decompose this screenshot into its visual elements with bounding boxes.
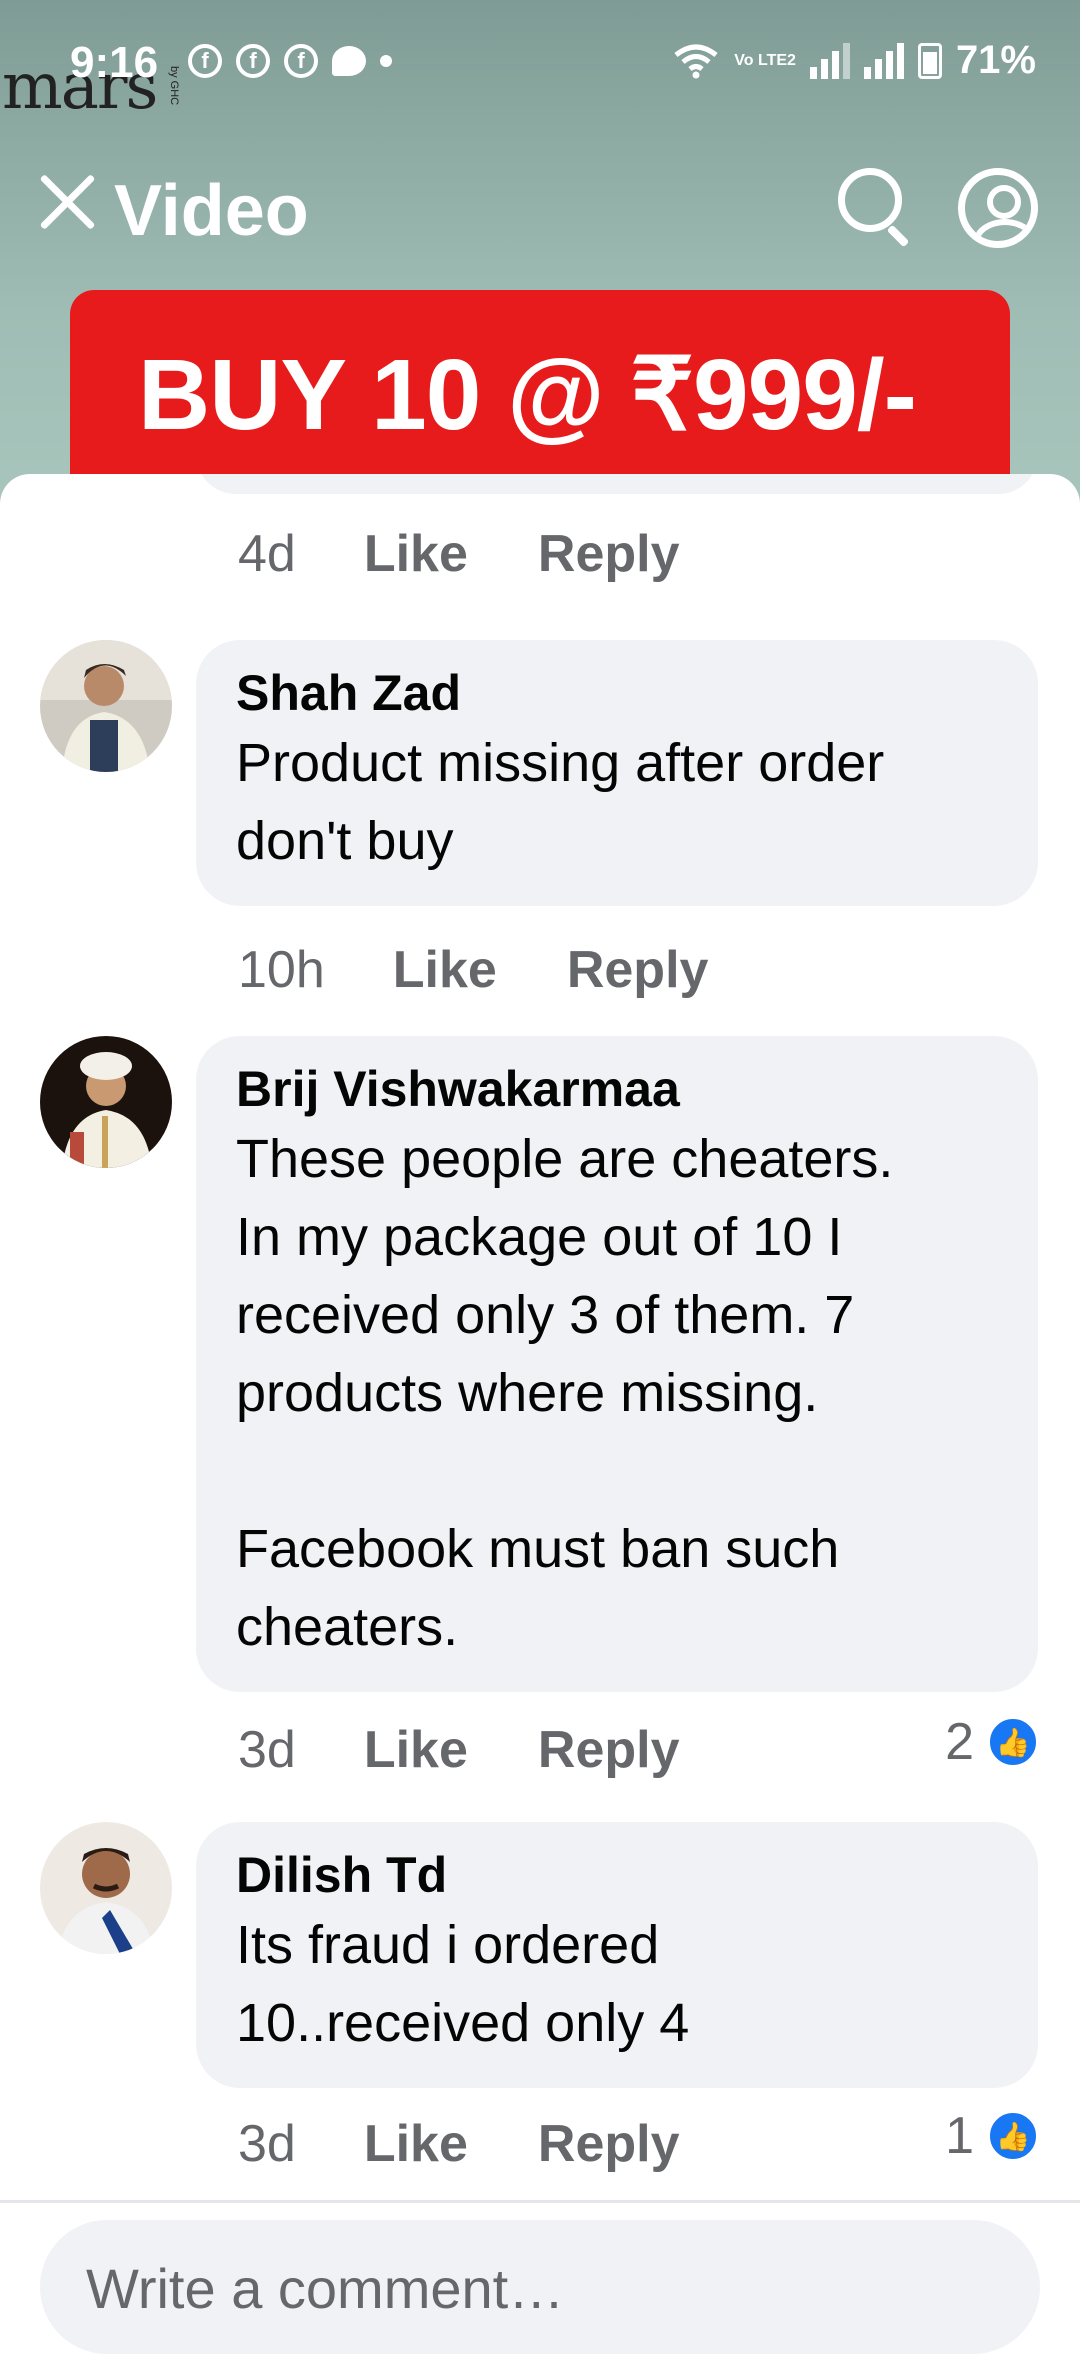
comment-actions: 3d Like Reply [238,1720,680,1780]
reply-button[interactable]: Reply [538,2114,680,2174]
status-bar: mars by GHC 9:16 f f f Vo LTE2 71% [0,0,1080,130]
signal-icon [809,42,850,79]
facebook-notification-icon: f [188,44,222,78]
promo-banner-text: BUY 10 @ ₹999/- [138,339,917,451]
previous-comment-actions: 4d Like Reply [238,524,680,584]
reply-button[interactable]: Reply [538,1720,680,1780]
like-button[interactable]: Like [364,1720,468,1780]
comment-actions: 3d Like Reply [238,2114,680,2174]
comment-text: Its fraud i ordered 10..received only 4 [236,1915,690,2053]
comment-text: Product missing after order don't buy [236,733,885,871]
close-icon[interactable] [36,170,100,234]
like-button[interactable]: Like [364,2114,468,2174]
battery-icon [917,42,942,79]
chat-notification-icon [332,46,366,76]
comment-bubble[interactable]: Brij Vishwakarmaa These people are cheat… [196,1036,1038,1692]
comment-time: 3d [238,1721,296,1779]
reaction-count-value: 2 [945,1713,974,1771]
status-time: 9:16 [70,38,159,87]
comment-bubble[interactable]: Dilish Td Its fraud i ordered 10..receiv… [196,1822,1038,2088]
reaction-count[interactable]: 2 👍 [945,1712,1040,1772]
reaction-count[interactable]: 1 👍 [945,2106,1040,2166]
avatar[interactable] [40,1036,172,1168]
page-title: Video [114,171,309,251]
comment-time: 3d [238,2115,296,2173]
comment-time: 10h [238,941,325,999]
brand-logo-sub: by GHC [168,66,180,106]
signal-icon [863,42,904,79]
comment-author[interactable]: Brij Vishwakarmaa [236,1058,998,1120]
facebook-notification-icon: f [236,44,270,78]
comment-time: 4d [238,525,296,583]
comment-author[interactable]: Dilish Td [236,1844,998,1906]
facebook-notification-icon: f [284,44,318,78]
comment-author[interactable]: Shah Zad [236,662,998,724]
comment-input[interactable] [84,2220,988,2356]
thumbs-up-icon: 👍 [986,2109,1040,2163]
reply-button[interactable]: Reply [538,524,680,584]
wifi-icon [674,44,718,78]
reply-button[interactable]: Reply [567,940,709,1000]
avatar[interactable] [40,640,172,772]
notification-icons: f f f [188,44,392,78]
thumbs-up-icon: 👍 [986,1715,1040,1769]
comments-sheet[interactable]: missing 4d Like Reply Shah Zad Product m… [0,474,1080,2376]
comment-composer[interactable] [40,2220,1040,2356]
profile-icon[interactable] [958,168,1038,248]
avatar[interactable] [40,1822,172,1954]
reaction-count-value: 1 [945,2107,974,2165]
system-icons: Vo LTE2 71% [672,38,1036,83]
previous-comment-bubble: missing [196,474,1038,494]
comment-actions: 10h Like Reply [238,940,708,1000]
like-button[interactable]: Like [393,940,497,1000]
like-button[interactable]: Like [364,524,468,584]
video-toolbar: Video [0,150,1080,270]
video-area: mars by GHC 9:16 f f f Vo LTE2 71% Video [0,0,1080,520]
more-notifications-icon [380,55,392,67]
network-type-label: Vo LTE2 [734,51,796,69]
comment-text: These people are cheaters. In my package… [236,1129,894,1657]
comment-bubble[interactable]: Shah Zad Product missing after order don… [196,640,1038,906]
composer-divider [0,2200,1080,2203]
battery-level: 71% [955,38,1036,82]
search-icon[interactable] [838,168,916,248]
